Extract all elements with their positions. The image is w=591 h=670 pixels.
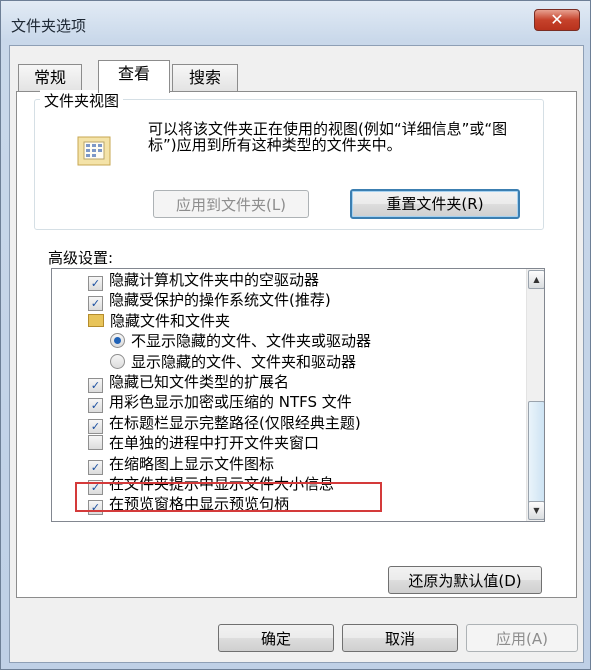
checkbox-checked-icon[interactable]: ✓ — [88, 398, 103, 414]
folder-views-description: 可以将该文件夹正在使用的视图(例如“详细信息”或“图标”)应用到所有这种类型的文… — [148, 120, 508, 154]
apply-to-folders-button[interactable]: 应用到文件夹(L) — [153, 190, 309, 218]
folder-options-dialog: 文件夹选项 ✕ 常规 查看 搜索 文件夹视图 可以将该文件夹正在使用的视图(例如… — [0, 0, 591, 670]
checkbox-checked-icon[interactable]: ✓ — [88, 296, 103, 312]
option-label: 不显示隐藏的文件、文件夹或驱动器 — [131, 332, 372, 351]
ok-button[interactable]: 确定 — [218, 624, 334, 652]
option-label: 隐藏已知文件类型的扩展名 — [109, 373, 290, 391]
reset-folders-button[interactable]: 重置文件夹(R) — [350, 189, 520, 219]
apply-button[interactable]: 应用(A) — [466, 624, 578, 652]
checkbox-checked-icon[interactable]: ✓ — [88, 276, 103, 291]
checkbox-option[interactable]: ✓ 隐藏已知文件类型的扩展名 — [88, 372, 290, 393]
close-button[interactable]: ✕ — [534, 9, 580, 31]
checkbox-option[interactable]: ✓ 用彩色显示加密或压缩的 NTFS 文件 — [88, 392, 352, 414]
option-label: 在标题栏显示完整路径(仅限经典主题) — [109, 413, 361, 432]
folder-icon — [88, 313, 104, 327]
checkbox-option[interactable]: ✓ 在标题栏显示完整路径(仅限经典主题) — [88, 413, 361, 434]
scroll-thumb[interactable] — [528, 401, 544, 513]
cancel-button[interactable]: 取消 — [342, 624, 458, 652]
radio-option[interactable]: 显示隐藏的文件、文件夹和驱动器 — [110, 352, 356, 372]
advanced-settings-label: 高级设置: — [48, 249, 114, 267]
dialog-client: 常规 查看 搜索 文件夹视图 可以将该文件夹正在使用的视图(例如“详细信息”或“… — [9, 45, 584, 663]
scroll-down-arrow-icon[interactable]: ▼ — [528, 501, 544, 520]
checkbox-option[interactable]: ✓ 隐藏受保护的操作系统文件(推荐) — [88, 290, 331, 312]
checkbox-option[interactable]: ✓ 在缩略图上显示文件图标 — [88, 454, 275, 475]
checkbox-checked-icon[interactable]: ✓ — [88, 459, 103, 475]
radio-unselected-icon[interactable] — [110, 353, 125, 369]
tab-general[interactable]: 常规 — [18, 64, 82, 91]
tab-view[interactable]: 查看 — [98, 60, 170, 93]
annotation-highlight-box — [75, 482, 382, 512]
checkbox-unchecked-icon[interactable] — [88, 435, 103, 451]
option-label: 用彩色显示加密或压缩的 NTFS 文件 — [109, 393, 352, 412]
option-label: 在缩略图上显示文件图标 — [109, 454, 275, 473]
option-label: 隐藏受保护的操作系统文件(推荐) — [109, 291, 331, 310]
vertical-scrollbar[interactable]: ▲ ▼ — [526, 269, 544, 521]
checkbox-checked-icon[interactable]: ✓ — [88, 418, 103, 434]
scroll-up-arrow-icon[interactable]: ▲ — [528, 270, 544, 289]
option-label: 在单独的进程中打开文件夹窗口 — [109, 434, 320, 453]
option-label: 隐藏文件和文件夹 — [110, 311, 231, 330]
folder-views-title: 文件夹视图 — [40, 90, 124, 111]
folder-view-icon — [77, 136, 111, 166]
checkbox-option[interactable]: 在单独的进程中打开文件夹窗口 — [88, 433, 319, 453]
option-label: 显示隐藏的文件、文件夹和驱动器 — [131, 352, 357, 371]
tab-search[interactable]: 搜索 — [172, 64, 238, 91]
radio-selected-icon[interactable] — [110, 333, 125, 349]
option-label: 隐藏计算机文件夹中的空驱动器 — [109, 271, 320, 289]
checkbox-checked-icon[interactable]: ✓ — [88, 378, 103, 393]
radio-option[interactable]: 不显示隐藏的文件、文件夹或驱动器 — [110, 331, 371, 351]
window-title: 文件夹选项 — [11, 17, 87, 35]
checkbox-option[interactable]: ✓ 隐藏计算机文件夹中的空驱动器 — [88, 270, 320, 291]
restore-defaults-button[interactable]: 还原为默认值(D) — [388, 566, 542, 594]
tree-folder-item: 隐藏文件和文件夹 — [88, 311, 230, 331]
